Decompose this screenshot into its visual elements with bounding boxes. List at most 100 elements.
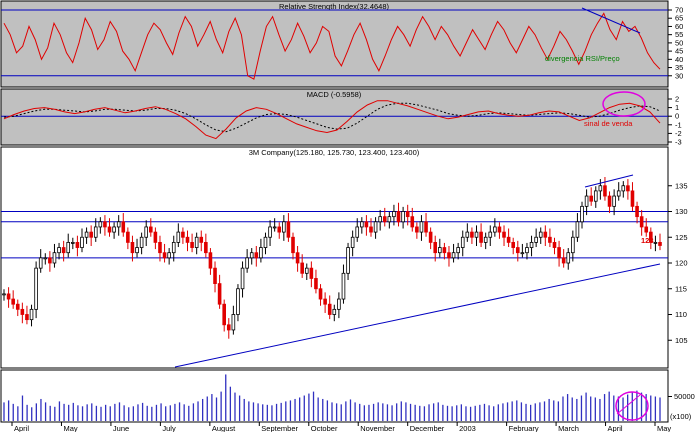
price-candle-body [240,267,245,290]
price-candle-body [116,221,121,228]
price-candle-body [438,247,442,254]
price-candle-body [84,231,89,238]
price-candle-body [204,241,208,254]
price-candle-body [506,236,511,243]
price-candle-body [447,252,451,259]
price-candle-body [208,252,213,269]
price-candle-body [493,226,497,233]
macd-title: MACD (-0.5958) [307,90,362,99]
price-candle-body [332,308,337,315]
price-candle-body [589,195,593,202]
price-candle-body [566,252,571,264]
price-candle-body [479,231,483,243]
month-tick-label: December [410,424,445,432]
price-candle-body [658,241,662,246]
price-candle-body [103,221,107,228]
volume-axis: 50000 [668,392,695,401]
price-candle-body [231,314,236,331]
price-candle-body [392,211,396,218]
price-candle-body [43,257,48,260]
price-candle-body [272,226,277,229]
price-candle-body [2,293,6,296]
price-candle-body [653,241,658,244]
price-candle-body [25,314,29,321]
rsi-tick-label: 55 [675,30,683,39]
month-tick-label: May [63,424,77,432]
price-candle-body [213,267,217,284]
price-candle-body [557,247,561,259]
price-candle-body [465,231,470,238]
price-axis: 135 130 125 120 115 110 105 [668,181,688,345]
price-candle-body [15,303,20,310]
price-candle-body [433,241,438,254]
price-candle-body [249,252,254,259]
price-candle-body [259,247,263,259]
price-candle-body [571,236,575,254]
price-candle-body [199,236,204,243]
price-candle-body [309,267,314,279]
price-candle-body [121,221,126,233]
price-candle-body [474,231,479,238]
price-candle-body [176,231,181,243]
price-candle-body [181,231,185,238]
price-tick-label: 105 [675,336,688,345]
price-candle-body [520,252,525,255]
price-candle-body [598,185,603,192]
month-axis: April May June July August September October No… [11,422,671,432]
month-tick-label: November [360,424,395,432]
price-candle-body [162,252,167,259]
price-candle-body [382,216,387,223]
price-candle-body [71,241,75,244]
price-candle-body [543,231,548,238]
price-candle-body [57,247,61,254]
price-candle-body [502,231,506,238]
month-tick-label: September [261,424,298,432]
price-candle-body [548,236,552,243]
month-tick-label: July [162,424,176,432]
month-tick-label: April [608,424,623,432]
price-candle-body [534,236,538,243]
macd-tick-label: -3 [675,138,682,147]
price-candle-body [644,226,649,233]
price-candle-body [378,216,382,223]
price-tick-label: 115 [675,284,687,293]
price-candle-body [93,226,98,238]
price-candle-body [194,236,199,248]
price-candle-body [415,226,419,233]
price-candle-body [130,241,135,254]
price-candle-body [300,262,304,274]
price-candle-body [217,283,222,305]
price-candle-body [552,241,557,248]
price-candle-body [75,241,80,248]
rsi-annotation: divergencia RSI/Preço [545,54,620,63]
price-candle-body [295,252,300,264]
price-candle-body [360,221,364,228]
price-candle-body [89,231,93,238]
stock-chart: Relative Strength Index(32.4648) 3035404… [0,0,695,432]
rsi-tick-label: 30 [675,71,683,80]
month-tick-label: February [509,424,539,432]
price-candle-body [511,241,516,248]
price-candle-body [304,267,309,274]
price-candle-body [529,241,534,248]
price-candle-body [337,298,341,310]
price-candle-body [584,195,589,207]
rsi-tick-label: 65 [675,14,683,23]
price-candle-body [153,231,158,243]
price-candle-body [373,221,378,233]
price-candle-body [48,257,52,264]
price-candle-body [20,308,25,315]
price-tick-label: 135 [675,181,688,190]
price-candle-body [451,252,456,259]
price-candle-body [6,293,11,300]
price-candle-body [107,226,112,233]
month-tick-label: 2003 [459,424,476,432]
price-candle-body [419,221,424,233]
price-candle-body [254,252,259,259]
month-tick-label: June [113,424,129,432]
price-candle-body [185,236,190,243]
volume-tick-label: 50000 [674,392,695,401]
rsi-tick-label: 40 [675,55,683,64]
price-candle-body [470,231,474,238]
price-candle-body [286,221,291,238]
